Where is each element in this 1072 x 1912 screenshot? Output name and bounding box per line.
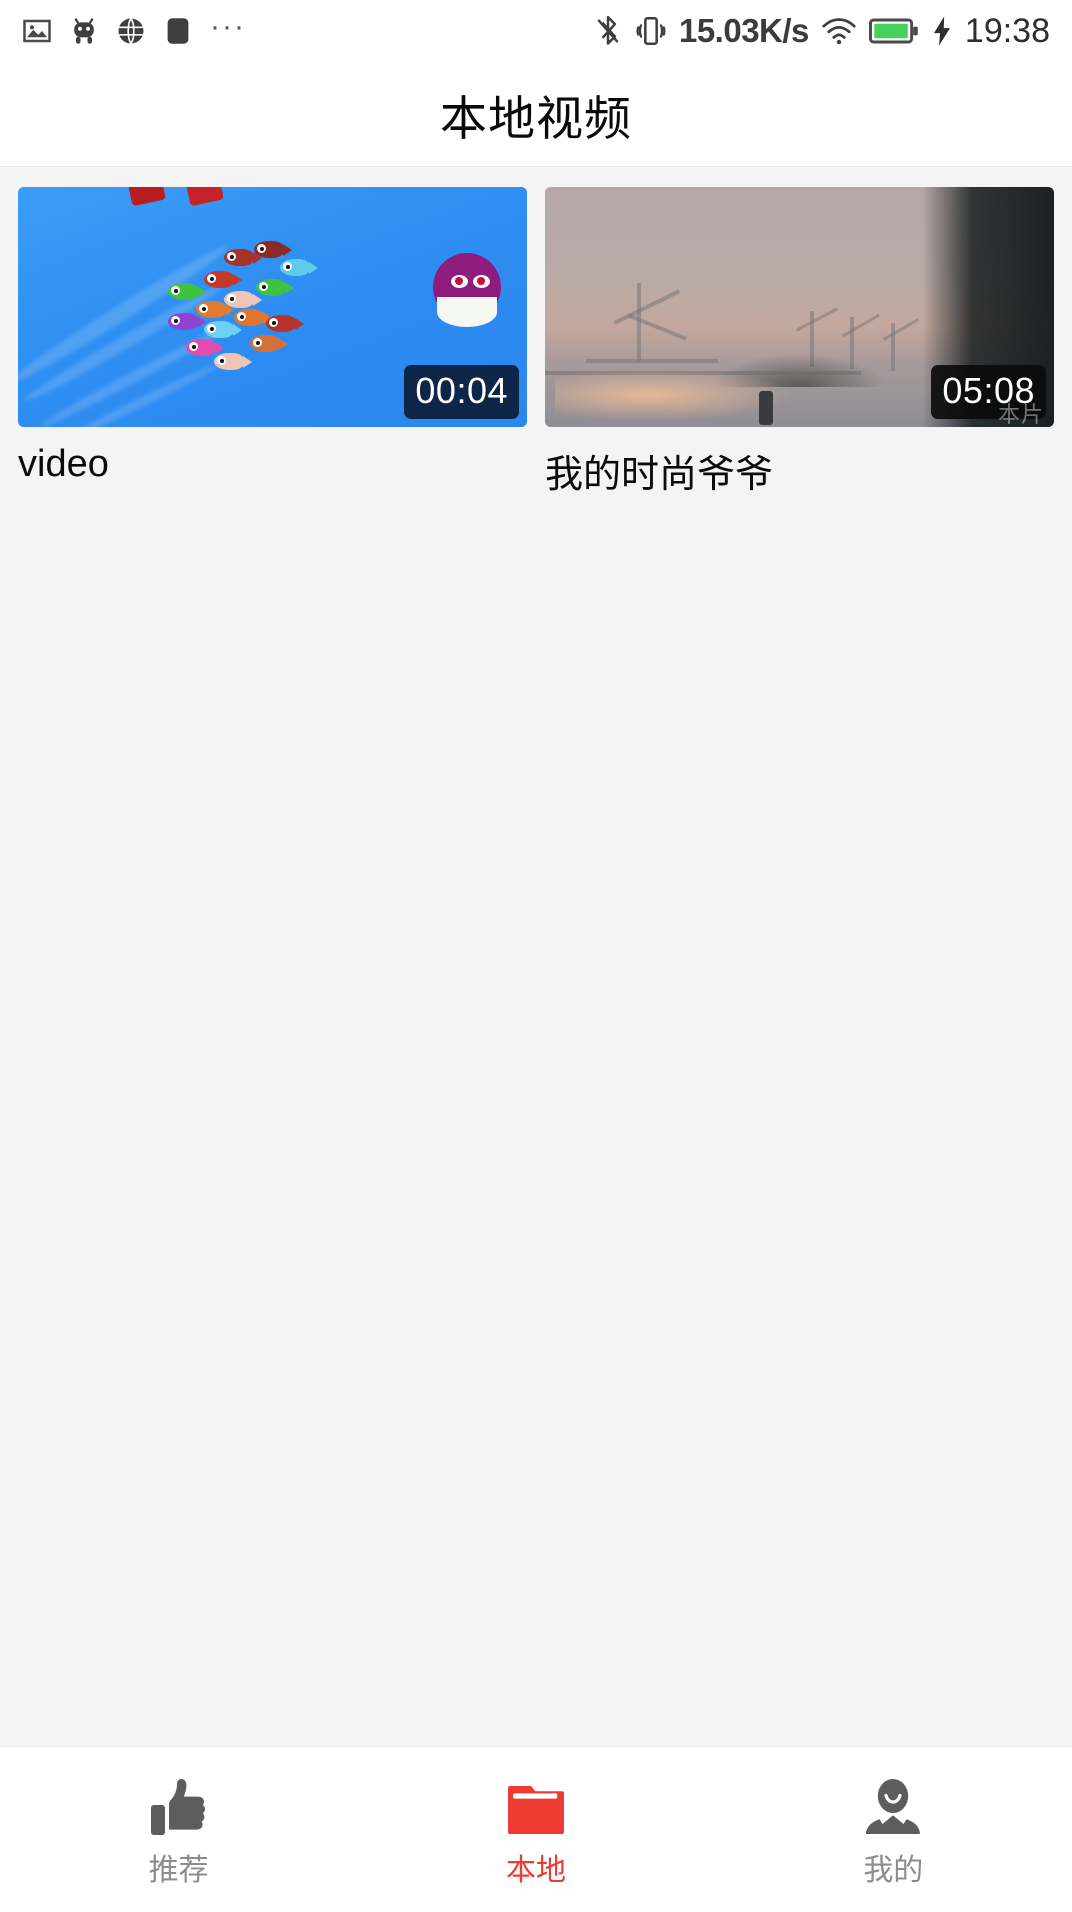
fish-sprite	[224, 249, 262, 266]
harbor-sunset-thumbnail[interactable]: 05:08 本片	[545, 187, 1054, 427]
nav-label-recommend: 推荐	[148, 1853, 209, 1887]
fish-sprite	[234, 309, 272, 326]
status-bar: ··· 15.03K/s 19:38	[0, 0, 1072, 62]
fish-sprite	[186, 339, 224, 356]
app-root: ··· 15.03K/s 19:38 本地视频 00:04 video 05:0…	[0, 0, 1072, 1912]
fish-sprite	[214, 353, 252, 370]
fish-sprite	[204, 271, 242, 288]
fish-sprite	[250, 335, 288, 352]
video-list-container: 00:04 video 05:08 本片 我的时尚爷爷	[0, 167, 1072, 1746]
fish-sprite	[266, 315, 304, 332]
fish-sprite	[168, 283, 206, 300]
wifi-icon	[821, 16, 857, 46]
fish-game-thumbnail[interactable]: 00:04	[18, 187, 527, 427]
battery-full-icon	[868, 17, 919, 45]
globe-browser-icon	[116, 16, 146, 46]
title-bar: 本地视频	[0, 62, 1072, 167]
fish-sprite	[168, 313, 206, 330]
person-icon	[862, 1771, 924, 1839]
video-card[interactable]: 05:08 本片 我的时尚爷爷	[545, 187, 1054, 498]
vibrate-mode-icon	[635, 14, 667, 48]
image-icon	[22, 16, 52, 46]
video-grid: 00:04 video 05:08 本片 我的时尚爷爷	[18, 187, 1054, 498]
nav-label-mine: 我的	[863, 1853, 924, 1887]
buoy-silhouette	[758, 391, 773, 425]
nav-item-local[interactable]: 本地	[357, 1771, 714, 1889]
status-overflow-icon: ···	[210, 10, 246, 43]
crane-silhouette	[585, 359, 719, 363]
thumbs-up-icon	[148, 1771, 210, 1839]
video-title: 我的时尚爷爷	[545, 454, 774, 496]
status-bar-right-icons: 15.03K/s 19:38	[593, 12, 1050, 51]
status-clock: 19:38	[964, 11, 1050, 50]
page-title: 本地视频	[440, 91, 632, 145]
fish-sprite	[280, 259, 318, 276]
bottom-navigation-bar: 推荐 本地 我的	[0, 1746, 1072, 1912]
puffer-monster-sprite	[425, 245, 509, 329]
nav-label-local: 本地	[505, 1853, 566, 1887]
charging-bolt-icon	[931, 15, 953, 47]
video-card[interactable]: 00:04 video	[18, 187, 527, 498]
network-speed-text: 15.03K/s	[678, 12, 809, 49]
nav-item-mine[interactable]: 我的	[715, 1771, 1072, 1889]
folder-icon	[505, 1771, 567, 1839]
sun-reflection	[555, 369, 790, 421]
nav-item-recommend[interactable]: 推荐	[0, 1771, 357, 1889]
video-watermark: 本片	[997, 402, 1044, 427]
video-duration-badge: 00:04	[404, 365, 519, 419]
status-bar-left-icons: ···	[22, 10, 246, 46]
fish-sprite	[204, 321, 242, 338]
bluetooth-off-icon	[593, 13, 623, 49]
video-title: video	[18, 443, 109, 485]
fish-sprite	[254, 241, 292, 258]
android-robot-icon	[70, 16, 98, 46]
app-square-icon	[164, 16, 192, 46]
